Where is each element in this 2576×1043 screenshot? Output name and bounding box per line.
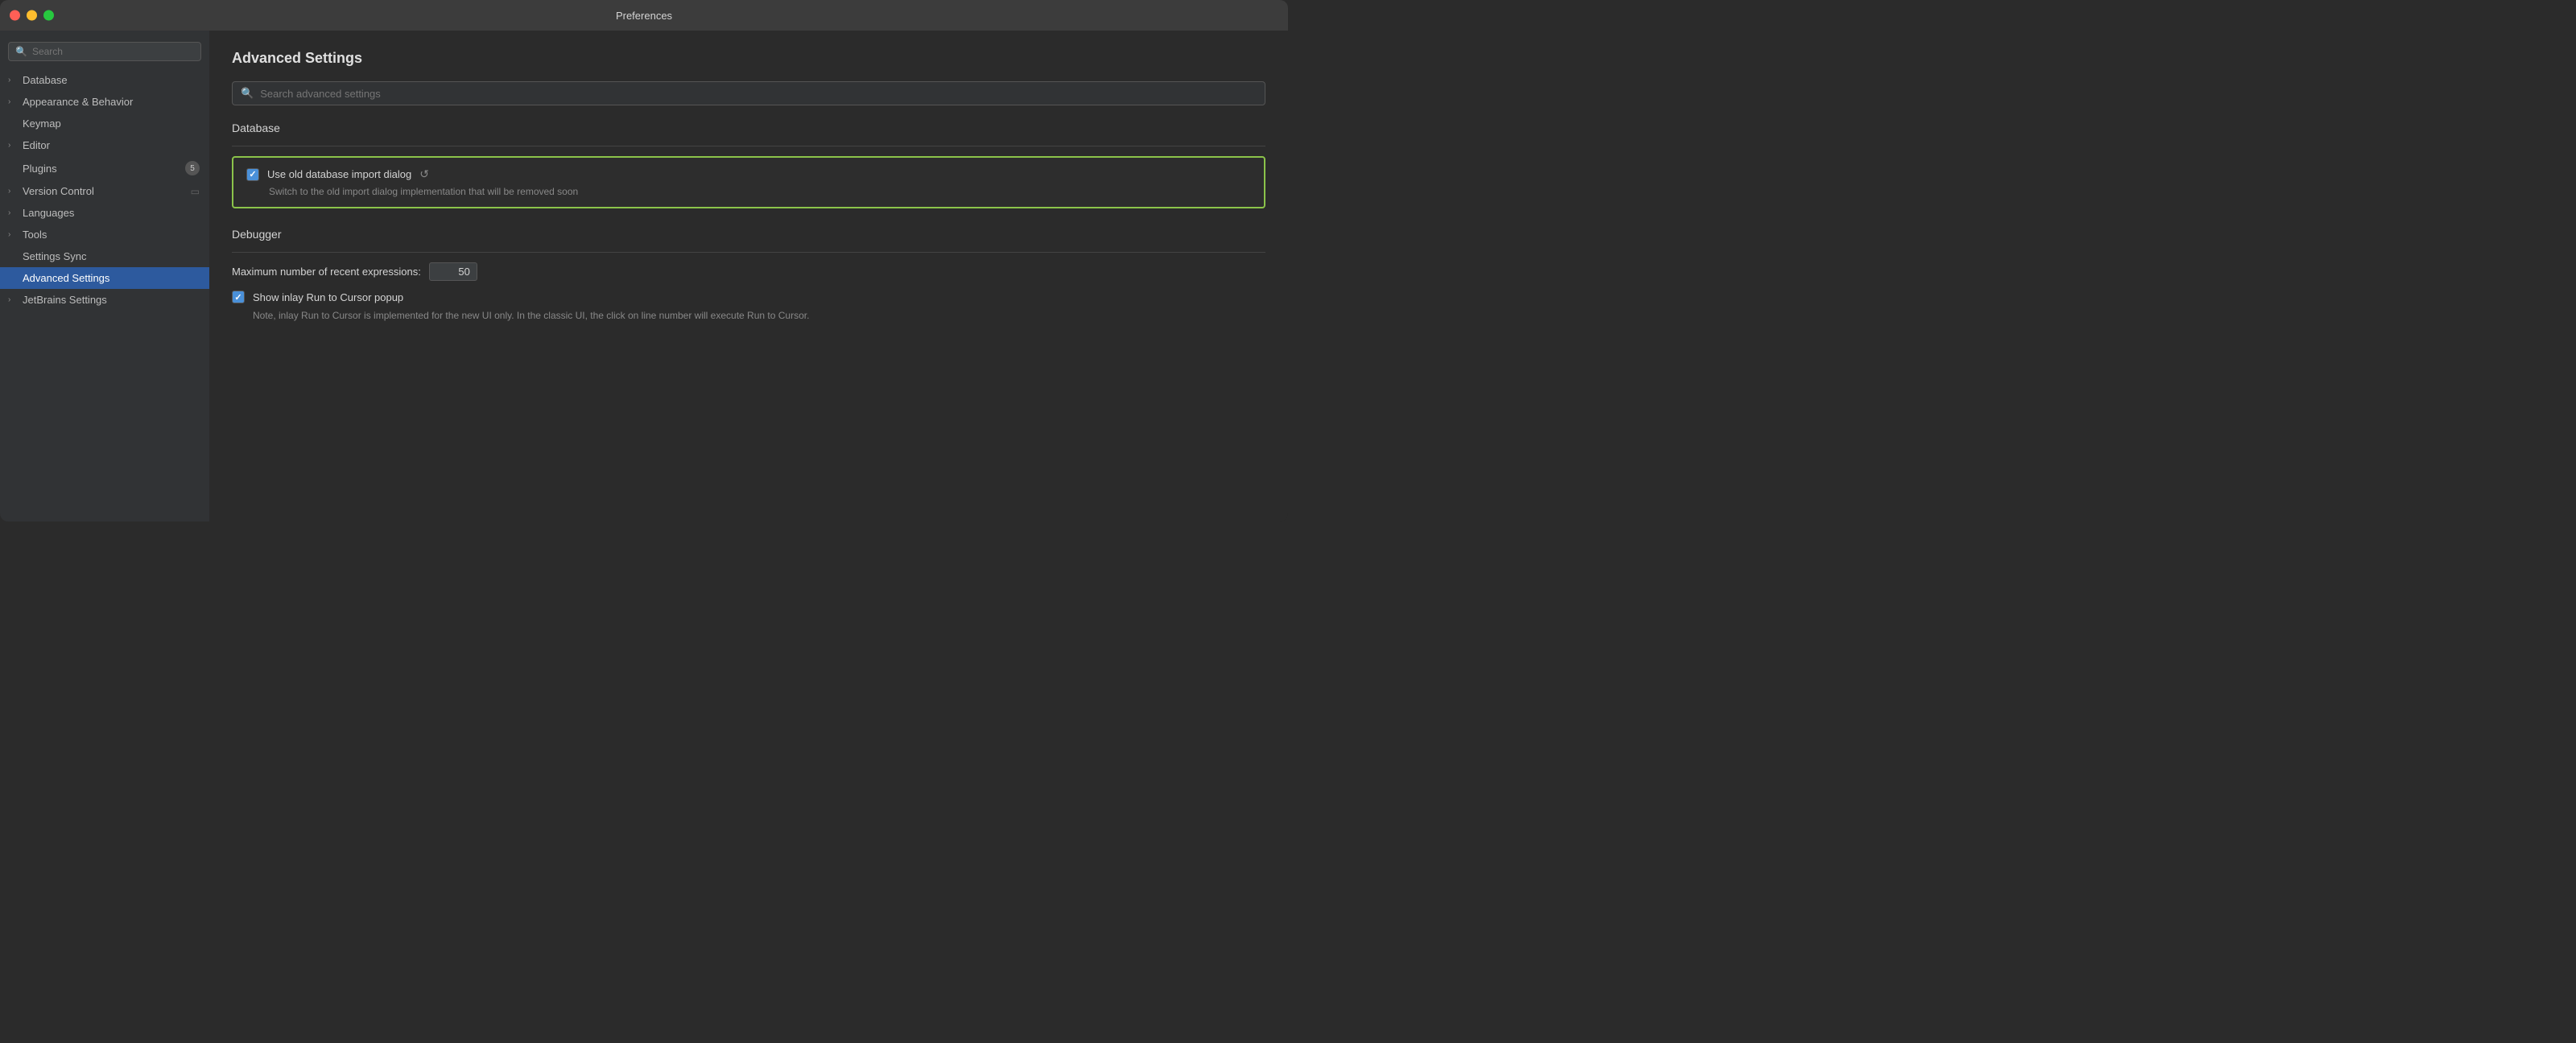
sidebar-item-label: Tools	[23, 229, 47, 241]
show-inlay-row: Show inlay Run to Cursor popup Note, inl…	[232, 291, 1265, 323]
use-old-import-dialog-label: Use old database import dialog	[267, 168, 411, 180]
show-inlay-setting-row: Show inlay Run to Cursor popup	[232, 291, 1265, 303]
use-old-import-dialog-row: Use old database import dialog ↺	[246, 167, 1251, 181]
sidebar-item-keymap[interactable]: › Keymap	[0, 113, 209, 134]
main-panel: Advanced Settings 🔍 Database Use old dat…	[209, 31, 1288, 522]
sidebar: 🔍 › Database › Appearance & Behavior › K…	[0, 31, 209, 522]
chevron-right-icon: ›	[8, 76, 18, 85]
chevron-right-icon: ›	[8, 295, 18, 304]
sidebar-item-appearance[interactable]: › Appearance & Behavior	[0, 91, 209, 113]
sidebar-nav: › Database › Appearance & Behavior › Key…	[0, 69, 209, 522]
show-inlay-desc: Note, inlay Run to Cursor is implemented…	[253, 308, 816, 323]
sidebar-item-languages[interactable]: › Languages	[0, 202, 209, 224]
chevron-right-icon: ›	[8, 187, 18, 196]
sidebar-item-jetbrains-settings[interactable]: › JetBrains Settings	[0, 289, 209, 311]
sidebar-item-plugins[interactable]: › Plugins 5	[0, 156, 209, 180]
sidebar-item-label: Keymap	[23, 117, 61, 130]
sidebar-item-label: Settings Sync	[23, 250, 87, 262]
chevron-right-icon: ›	[8, 97, 18, 106]
plugins-badge: 5	[185, 161, 200, 175]
advanced-settings-search[interactable]: 🔍	[232, 81, 1265, 105]
sidebar-search[interactable]: 🔍	[8, 42, 201, 61]
sidebar-item-label: Editor	[23, 139, 50, 151]
main-content: 🔍 › Database › Appearance & Behavior › K…	[0, 31, 1288, 522]
use-old-import-dialog-checkbox[interactable]	[246, 168, 259, 181]
preferences-window: Preferences 🔍 › Database › Appearance & …	[0, 0, 1288, 522]
sidebar-item-label: Advanced Settings	[23, 272, 109, 284]
sidebar-item-label: JetBrains Settings	[23, 294, 107, 306]
debugger-group: Debugger Maximum number of recent expres…	[232, 228, 1265, 328]
use-old-import-dialog-text: Use old database import dialog	[267, 168, 411, 180]
debugger-group-label: Debugger	[232, 228, 1265, 244]
use-old-import-dialog-desc: Switch to the old import dialog implemen…	[269, 186, 1251, 197]
sidebar-item-settings-sync[interactable]: › Settings Sync	[0, 245, 209, 267]
max-expressions-label: Maximum number of recent expressions:	[232, 266, 421, 278]
sidebar-item-label: Plugins	[23, 163, 57, 175]
show-inlay-label: Show inlay Run to Cursor popup	[253, 291, 403, 303]
close-button[interactable]	[10, 10, 20, 21]
traffic-lights	[10, 10, 54, 21]
sidebar-item-label: Database	[23, 74, 68, 86]
chevron-right-icon: ›	[8, 230, 18, 239]
settings-search-icon: 🔍	[241, 87, 254, 100]
sidebar-item-label: Languages	[23, 207, 74, 219]
sidebar-item-tools[interactable]: › Tools	[0, 224, 209, 245]
sidebar-item-advanced-settings[interactable]: › Advanced Settings	[0, 267, 209, 289]
version-control-icon: ▭	[191, 186, 200, 197]
show-inlay-checkbox[interactable]	[232, 291, 245, 303]
minimize-button[interactable]	[27, 10, 37, 21]
chevron-right-icon: ›	[8, 141, 18, 150]
window-title: Preferences	[616, 10, 672, 22]
database-group-label: Database	[232, 122, 1265, 138]
debugger-divider	[232, 252, 1265, 253]
sidebar-item-version-control[interactable]: › Version Control ▭	[0, 180, 209, 202]
sidebar-item-database[interactable]: › Database	[0, 69, 209, 91]
database-group: Database Use old database import dialog …	[232, 122, 1265, 221]
maximize-button[interactable]	[43, 10, 54, 21]
sidebar-search-input[interactable]	[32, 46, 194, 57]
sidebar-item-editor[interactable]: › Editor	[0, 134, 209, 156]
sidebar-item-label: Appearance & Behavior	[23, 96, 133, 108]
sidebar-search-icon: 🔍	[15, 46, 27, 57]
use-old-import-dialog-setting: Use old database import dialog ↺ Switch …	[232, 156, 1265, 208]
chevron-right-icon: ›	[8, 208, 18, 217]
max-expressions-row: Maximum number of recent expressions:	[232, 262, 1265, 281]
max-expressions-input[interactable]	[429, 262, 477, 281]
titlebar: Preferences	[0, 0, 1288, 31]
sidebar-item-label: Version Control	[23, 185, 94, 197]
settings-search-input[interactable]	[260, 88, 1257, 100]
page-title: Advanced Settings	[232, 50, 1265, 67]
reset-icon[interactable]: ↺	[419, 167, 429, 181]
